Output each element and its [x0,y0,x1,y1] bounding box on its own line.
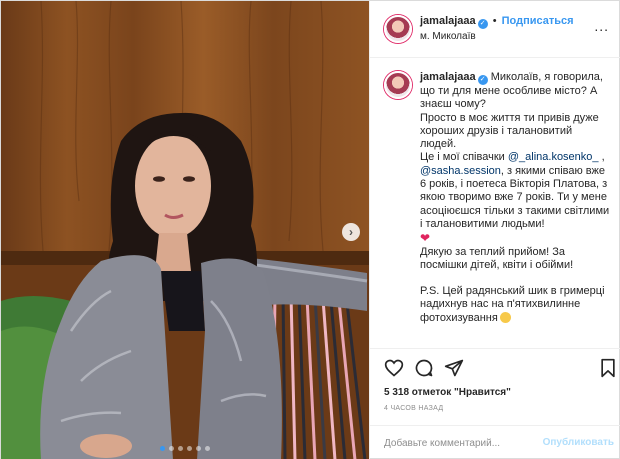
mention-link[interactable]: @_alina.kosenko_ [508,151,599,163]
post-actions: 5 318 отметок "Нравится" 4 ЧАСОВ НАЗАД О… [370,348,620,459]
publish-button[interactable]: Опубликовать [543,437,614,448]
caption-line-start: Це і мої співачки [420,151,508,164]
post-header: jamalajaaa ✓ • Подписаться м. Миколаїв ..… [370,1,620,58]
carousel-dot [178,446,183,451]
carousel-next-button[interactable]: › [342,223,360,241]
avatar[interactable] [384,15,412,43]
like-heart-icon[interactable] [384,358,404,378]
chevron-right-icon: › [349,225,353,239]
caption-avatar[interactable] [384,71,412,99]
carousel-dot [160,446,165,451]
photo-illustration [1,1,369,459]
separator-dot: • [492,15,497,27]
heart-emoji-icon: ❤ [420,231,431,246]
caption-line: Просто в моє життя ти привів дуже хороши… [420,111,599,151]
comment-box: Опубликовать [370,425,620,459]
bookmark-icon[interactable] [598,358,618,378]
caption-intro: jamalajaaa ✓ Миколаїв, я говорила, що ти … [420,71,610,112]
post-timestamp[interactable]: 4 ЧАСОВ НАЗАД [384,405,443,412]
caption-ps: P.S. Цей радянський шик в гримерці надих… [420,285,610,325]
grinning-emoji-icon [499,311,511,323]
caption-comma: , [598,151,605,164]
comment-icon[interactable] [414,358,434,378]
instagram-post: › jamalajaaa ✓ • Подписаться м. Миколаїв … [0,0,620,459]
carousel-dot [169,446,174,451]
username-link[interactable]: jamalajaaa [420,15,476,27]
share-icon[interactable] [444,358,464,378]
comment-input[interactable] [384,435,534,451]
more-options-icon[interactable]: ... [594,18,609,34]
location-link[interactable]: м. Миколаїв [420,31,476,42]
carousel-dot [187,446,192,451]
caption-line: Це і мої співачки @_alina.kosenko_ , @sa… [420,151,610,231]
caption-ps-text: P.S. Цей радянський шик в гримерці надих… [420,285,605,324]
carousel-dot [205,446,210,451]
caption-text: jamalajaaa ✓ Миколаїв, я говорила, що ти … [420,71,610,325]
caption-thanks: Дякую за теплий прийом! За посмішки діте… [420,245,574,271]
caption-username[interactable]: jamalajaaa [420,71,476,83]
carousel-dot [196,446,201,451]
carousel-dots [1,446,369,451]
verified-badge-icon: ✓ [477,19,488,29]
post-photo[interactable]: › [1,1,369,459]
header-user-line: jamalajaaa ✓ • Подписаться [420,15,574,29]
verified-badge-icon: ✓ [477,75,488,85]
mention-link[interactable]: @sasha.session [420,165,501,177]
follow-button[interactable]: Подписаться [502,15,574,27]
post-sidebar: jamalajaaa ✓ • Подписаться м. Миколаїв ..… [369,1,620,459]
post-caption: jamalajaaa ✓ Миколаїв, я говорила, що ти … [370,58,620,348]
likes-count[interactable]: 5 318 отметок "Нравится" [384,387,511,398]
